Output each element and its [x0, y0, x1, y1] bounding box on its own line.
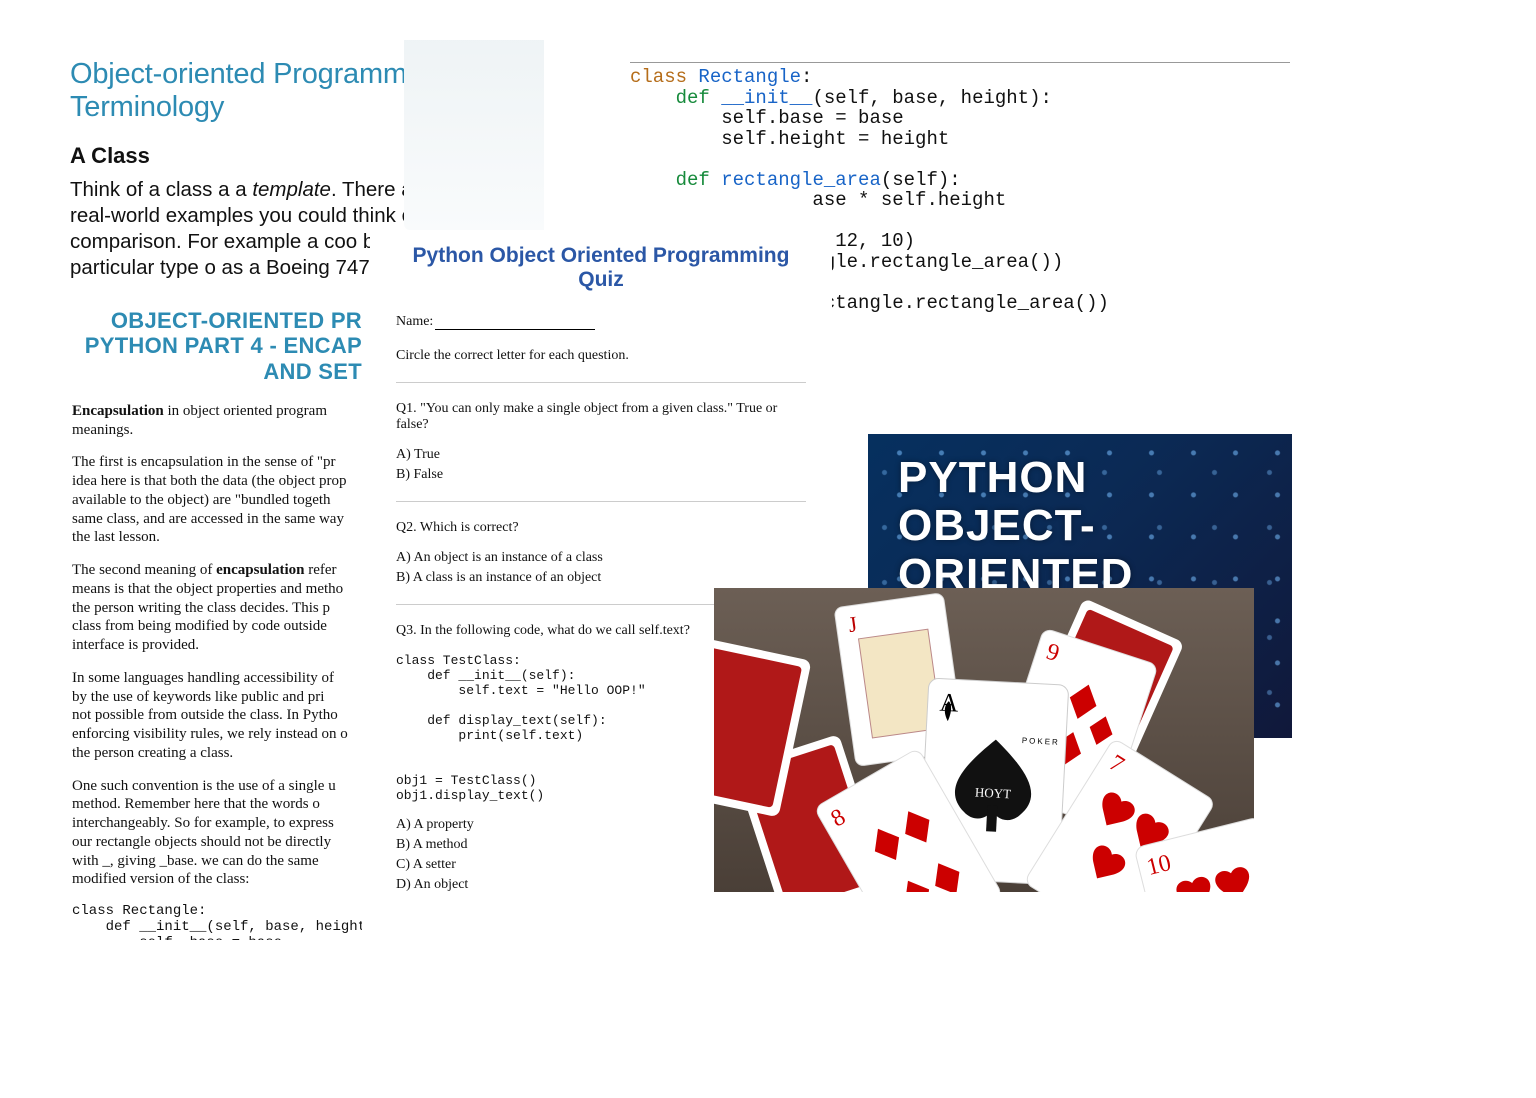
decorative-panel — [404, 40, 544, 230]
method-init: __init__ — [710, 87, 813, 109]
article-heading: OBJECT-ORIENTED PR PYTHON PART 4 - ENCAP… — [72, 308, 362, 384]
article-p4: In some languages handling accessibility… — [72, 669, 362, 763]
quiz-title: Python Object Oriented Programming Quiz — [396, 244, 806, 292]
question-2: Q2. Which is correct? — [396, 520, 806, 536]
keyword-class: class — [630, 66, 687, 88]
q2-option-b: B) A class is an instance of an object — [396, 570, 806, 586]
article-p1: Encapsulation in object oriented program… — [72, 402, 362, 440]
q2-option-a: A) An object is an instance of a class — [396, 550, 806, 566]
divider — [396, 501, 806, 502]
article-p5: One such convention is the use of a sing… — [72, 777, 362, 890]
hoyt-label: HOYT — [975, 785, 1012, 802]
quiz-name-field: Name: — [396, 314, 806, 330]
encapsulation-tile: OBJECT-ORIENTED PR PYTHON PART 4 - ENCAP… — [72, 300, 362, 940]
name-blank-line — [435, 329, 595, 330]
article-p3: The second meaning of encapsulation refe… — [72, 561, 362, 655]
divider — [396, 382, 806, 383]
method-area: rectangle_area — [710, 169, 881, 191]
cards-photo-tile: J 9 A HOYT POKER 7 — [714, 588, 1254, 892]
promo-text: PYTHON OBJECT- ORIENTED — [898, 454, 1133, 599]
q1-option-b: B) False — [396, 467, 806, 483]
quiz-instructions: Circle the correct letter for each quest… — [396, 348, 806, 364]
keyword-def: def — [676, 87, 710, 109]
article-code: class Rectangle: def __init__(self, base… — [72, 903, 362, 940]
cards-illustration: J 9 A HOYT POKER 7 — [714, 588, 1254, 892]
keyword-def: def — [676, 169, 710, 191]
question-1: Q1. "You can only make a single object f… — [396, 401, 806, 433]
q1-option-a: A) True — [396, 447, 806, 463]
class-name: Rectangle — [687, 66, 801, 88]
article-p2: The first is encapsulation in the sense … — [72, 453, 362, 547]
